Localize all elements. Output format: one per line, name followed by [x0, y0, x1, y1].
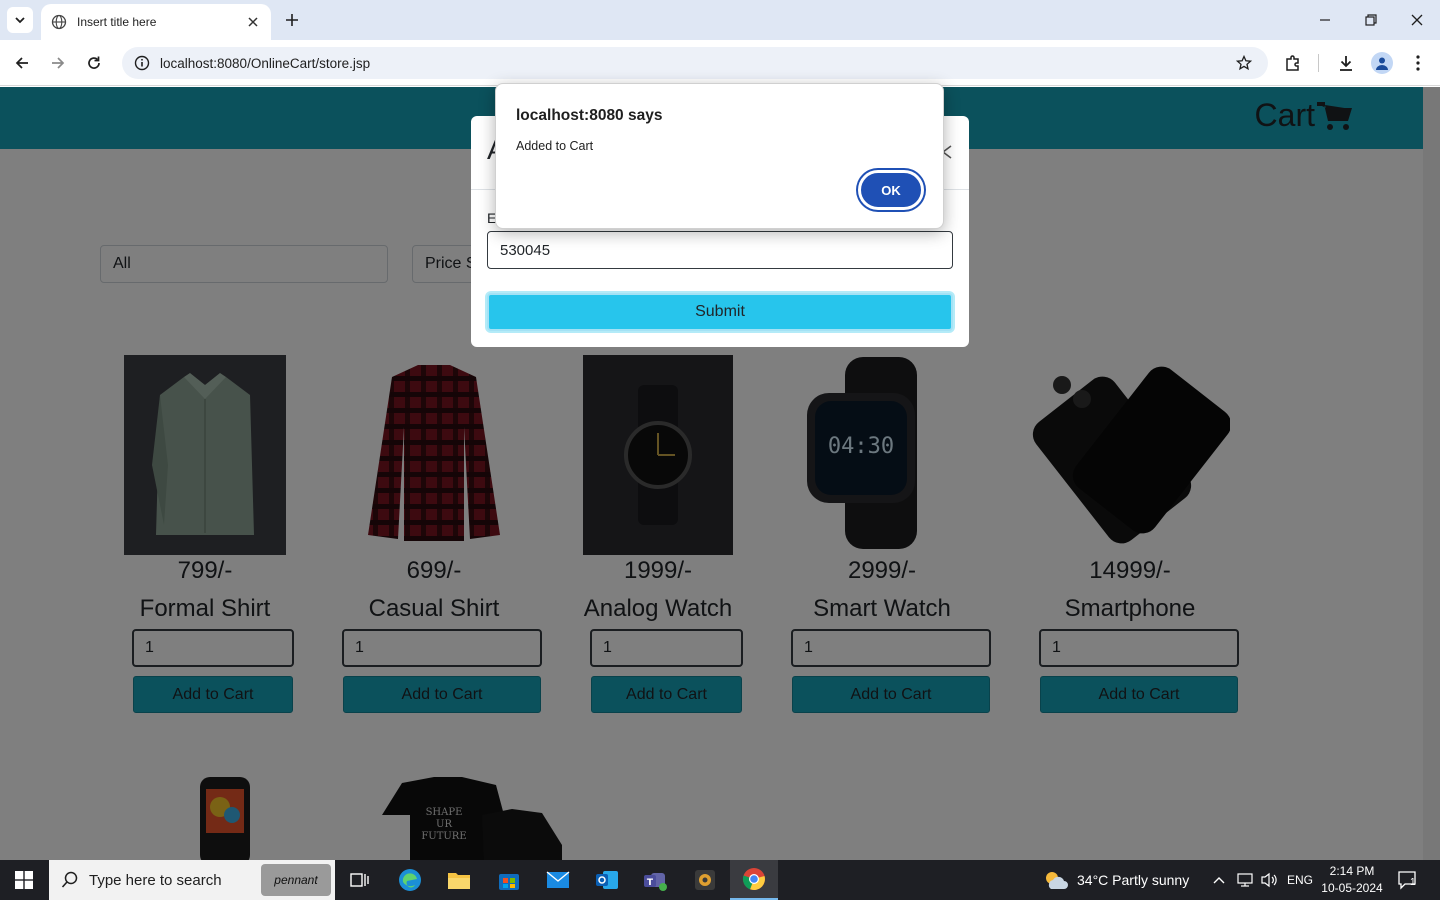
settings-app[interactable]: [681, 860, 729, 900]
browser-menu-button[interactable]: [1407, 52, 1429, 74]
chrome-app[interactable]: [730, 860, 778, 900]
alert-heading: localhost:8080 says: [516, 107, 663, 124]
outlook-app[interactable]: [583, 860, 631, 900]
volume-control[interactable]: [1257, 860, 1281, 900]
search-highlight-badge[interactable]: pennant: [261, 864, 331, 896]
extensions-button[interactable]: [1282, 52, 1304, 74]
clock-time: 2:14 PM: [1329, 864, 1375, 878]
windows-logo-icon: [15, 871, 33, 889]
reload-icon: [88, 56, 100, 69]
taskbar-search-box[interactable]: Type here to search pennant: [49, 860, 335, 900]
store-app[interactable]: [485, 860, 533, 900]
toolbar-divider: [1318, 54, 1319, 72]
browser-tab[interactable]: Insert title here: [41, 4, 271, 40]
notification-center-button[interactable]: 1: [1397, 870, 1419, 890]
edge-icon: [399, 869, 421, 891]
tab-title: Insert title here: [77, 15, 157, 29]
restore-button[interactable]: [1348, 0, 1394, 40]
alert-message: Added to Cart: [516, 139, 594, 153]
speaker-icon: [1261, 872, 1277, 888]
forward-button[interactable]: [46, 51, 70, 75]
tab-search-button[interactable]: [7, 7, 33, 33]
mail-app[interactable]: [534, 860, 582, 900]
new-tab-button[interactable]: [281, 9, 303, 31]
globe-icon: [51, 14, 67, 30]
clock-date: 10-05-2024: [1321, 881, 1383, 895]
teams-app[interactable]: T: [632, 860, 680, 900]
downloads-button[interactable]: [1335, 52, 1357, 74]
partly-sunny-icon: [1046, 872, 1068, 889]
arrow-right-icon: [52, 57, 65, 69]
close-icon: [1411, 14, 1423, 26]
search-icon: [61, 871, 79, 889]
kebab-menu-icon: [1416, 55, 1420, 71]
chrome-icon: [742, 868, 765, 891]
browser-toolbar: localhost:8080/OnlineCart/store.jsp: [0, 40, 1440, 86]
teams-icon: T: [644, 873, 667, 891]
pincode-input[interactable]: 530045: [487, 231, 953, 269]
input-language[interactable]: ENG: [1287, 860, 1313, 900]
bookmark-star-icon[interactable]: [1236, 55, 1252, 71]
chevron-up-icon: [1213, 877, 1225, 884]
chevron-down-icon: [15, 17, 25, 24]
user-icon: [1376, 57, 1388, 70]
puzzle-icon: [1286, 55, 1299, 71]
task-view-icon: [350, 873, 369, 887]
alert-ok-button[interactable]: OK: [858, 170, 924, 210]
back-button[interactable]: [10, 51, 34, 75]
system-clock[interactable]: 2:14 PM 10-05-2024: [1318, 863, 1386, 897]
file-explorer-app[interactable]: [435, 860, 483, 900]
network-status[interactable]: [1233, 860, 1257, 900]
task-view-button[interactable]: [336, 860, 384, 900]
weather-text[interactable]: 34°C Partly sunny: [1077, 860, 1189, 900]
edge-app[interactable]: [386, 860, 434, 900]
search-placeholder: Type here to search: [89, 871, 222, 889]
submit-button[interactable]: Submit: [487, 293, 953, 331]
outlook-icon: [596, 871, 618, 889]
url-text: localhost:8080/OnlineCart/store.jsp: [160, 55, 371, 71]
start-button[interactable]: [0, 860, 48, 900]
svg-text:T: T: [647, 878, 654, 888]
restore-icon: [1365, 14, 1377, 26]
address-bar[interactable]: localhost:8080/OnlineCart/store.jsp: [122, 47, 1268, 79]
notification-count: 1: [1410, 877, 1416, 888]
show-hidden-icons-button[interactable]: [1208, 860, 1230, 900]
reload-button[interactable]: [82, 51, 106, 75]
arrow-left-icon: [15, 57, 28, 69]
alert-dialog: localhost:8080 says Added to Cart OK: [495, 83, 944, 229]
mail-icon: [546, 871, 570, 888]
minimize-icon: [1320, 19, 1330, 21]
site-info-icon[interactable]: [134, 55, 150, 71]
profile-avatar[interactable]: [1371, 52, 1393, 74]
gear-app-icon: [695, 870, 715, 890]
close-window-button[interactable]: [1394, 0, 1440, 40]
minimize-button[interactable]: [1302, 0, 1348, 40]
close-tab-icon[interactable]: [245, 14, 261, 30]
download-icon: [1340, 56, 1352, 71]
plus-icon: [286, 14, 298, 26]
network-icon: [1237, 873, 1253, 887]
store-icon: [499, 874, 519, 890]
folder-icon: [448, 873, 470, 889]
windows-taskbar: Type here to search pennant T 34°C Partl…: [0, 860, 1440, 900]
browser-tab-strip: Insert title here: [0, 0, 1440, 40]
weather-widget[interactable]: [1036, 860, 1076, 900]
